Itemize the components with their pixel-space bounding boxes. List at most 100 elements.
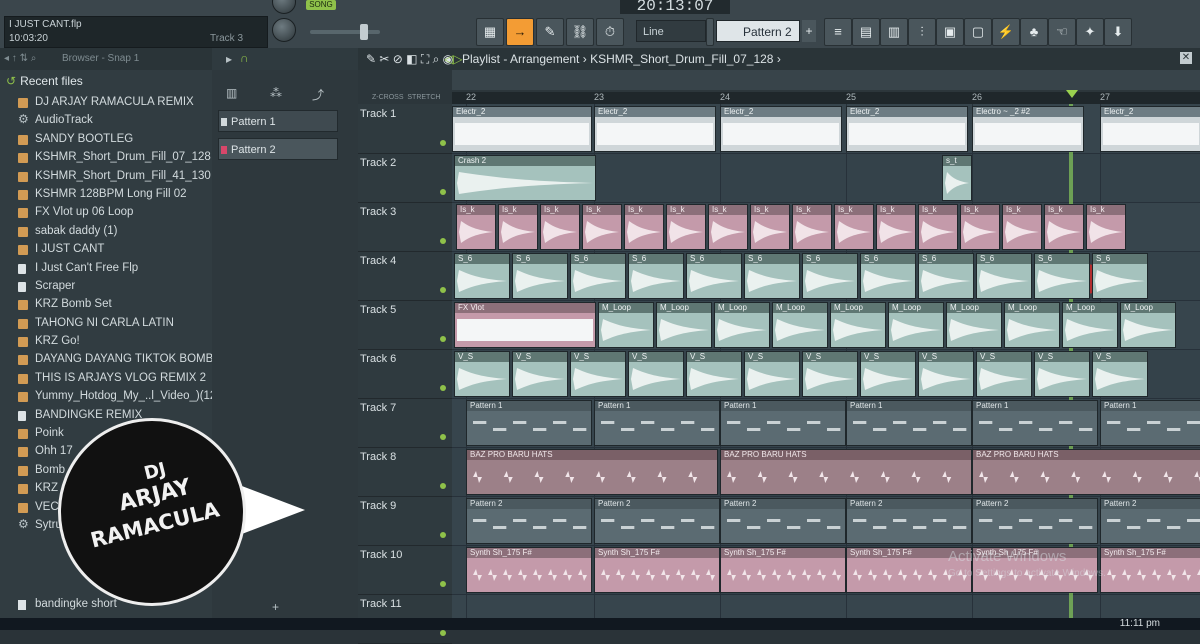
help-icon[interactable]: ✦ — [1076, 18, 1104, 46]
playlist-clip[interactable]: Pattern 2 — [1100, 498, 1200, 544]
playlist-clip[interactable]: Pattern 2 — [466, 498, 592, 544]
playlist-clip[interactable]: Is_k — [1086, 204, 1126, 250]
playlist-clip[interactable]: Is_k — [540, 204, 580, 250]
browser-item[interactable]: DAYANG DAYANG TIKTOK BOMB — [0, 351, 212, 369]
timeline-ruler[interactable]: 22 23 24 25 26 27 — [452, 92, 1200, 104]
picker-pattern-1[interactable]: Pattern 1 — [218, 110, 338, 132]
playlist-clip[interactable]: Pattern 2 — [720, 498, 846, 544]
track-header[interactable]: Track 5 — [358, 300, 452, 350]
playlist-clip[interactable]: V_S — [686, 351, 742, 397]
playlist-clip[interactable]: V_S — [570, 351, 626, 397]
browser-item[interactable]: Yummy_Hotdog_My_..l_Video_)(128k) — [0, 388, 212, 406]
browser-item[interactable]: KSHMR_Short_Drum_Fill_07_128 — [0, 149, 212, 167]
playlist-clip[interactable]: Electr_2 — [452, 106, 592, 152]
picker-pattern-2[interactable]: Pattern 2 — [218, 138, 338, 160]
channel-rack-icon[interactable]: ▥ — [880, 18, 908, 46]
playlist-clip[interactable]: Is_k — [666, 204, 706, 250]
playlist-clip[interactable]: M_Loop — [946, 302, 1002, 348]
track-lane[interactable] — [452, 594, 1200, 618]
playlist-clip[interactable]: V_S — [976, 351, 1032, 397]
playlist-clip[interactable]: S_6 — [860, 253, 916, 299]
playlist-clip[interactable]: M_Loop — [656, 302, 712, 348]
playlist-clip[interactable]: Is_k — [708, 204, 748, 250]
playlist-clip[interactable]: S_6 — [976, 253, 1032, 299]
playlist-clip[interactable]: S_6 — [744, 253, 800, 299]
track-header[interactable]: Track 8 — [358, 447, 452, 497]
playlist-clip[interactable]: Electr_2 — [594, 106, 716, 152]
playlist-clip[interactable]: s_t — [942, 155, 972, 201]
playlist-clip[interactable]: Is_k — [792, 204, 832, 250]
playlist-clip[interactable]: Is_k — [750, 204, 790, 250]
track-enable-led[interactable] — [440, 336, 446, 342]
track-header[interactable]: Track 1 — [358, 104, 452, 154]
curve-icon[interactable]: ⤴ — [312, 86, 324, 103]
playlist-clip[interactable]: M_Loop — [1120, 302, 1176, 348]
playlist-clip[interactable]: Is_k — [834, 204, 874, 250]
browser-item[interactable]: I Just Can't Free Flp — [0, 260, 212, 278]
project-icon[interactable]: ▢ — [964, 18, 992, 46]
track-enable-led[interactable] — [440, 532, 446, 538]
playlist-clip[interactable]: BAZ PRO BARU HATS — [466, 449, 718, 495]
recent-files-heading[interactable]: ↺ Recent files — [6, 74, 83, 88]
track-enable-led[interactable] — [440, 630, 446, 636]
download-icon[interactable]: ⬇ — [1104, 18, 1132, 46]
playlist-clip[interactable]: V_S — [1092, 351, 1148, 397]
slider-thumb[interactable] — [360, 24, 368, 40]
playlist-clip[interactable]: V_S — [454, 351, 510, 397]
playlist-clip[interactable]: M_Loop — [714, 302, 770, 348]
playlist-clip[interactable]: FX Vlot — [454, 302, 596, 348]
track-enable-led[interactable] — [440, 189, 446, 195]
add-button[interactable]: + — [272, 600, 279, 614]
playlist-clip[interactable]: Pattern 2 — [972, 498, 1098, 544]
playlist-clip[interactable]: Synth Sh_175 F# — [720, 547, 846, 593]
playlist-clip[interactable]: S_6 — [918, 253, 974, 299]
browser-item[interactable]: Scraper — [0, 278, 212, 296]
close-icon[interactable]: ✕ — [1180, 52, 1192, 64]
playlist-clip[interactable]: V_S — [802, 351, 858, 397]
track-enable-led[interactable] — [440, 238, 446, 244]
playlist-clip[interactable]: M_Loop — [888, 302, 944, 348]
touch-icon[interactable]: ☜ — [1048, 18, 1076, 46]
playlist-clip[interactable]: M_Loop — [1062, 302, 1118, 348]
playlist-clip[interactable]: M_Loop — [1004, 302, 1060, 348]
playlist-clip[interactable]: V_S — [744, 351, 800, 397]
playlist-clip[interactable]: Pattern 1 — [972, 400, 1098, 446]
browser-item[interactable]: KRZ Bomb Set — [0, 296, 212, 314]
playlist-clip[interactable]: S_6 — [570, 253, 626, 299]
playlist-clip[interactable]: Is_k — [624, 204, 664, 250]
track-enable-led[interactable] — [440, 385, 446, 391]
playlist-clip[interactable]: Is_k — [918, 204, 958, 250]
snap-selector[interactable]: Line — [636, 20, 706, 42]
playlist-clip[interactable]: Electro ~ _2 #2 — [972, 106, 1084, 152]
track-header[interactable]: Track 7 — [358, 398, 452, 448]
playlist-clip[interactable]: Is_k — [876, 204, 916, 250]
playlist-clip[interactable]: M_Loop — [830, 302, 886, 348]
playlist-clip[interactable]: Electr_2 — [1100, 106, 1200, 152]
playlist-clip[interactable]: Synth Sh_175 F# — [594, 547, 720, 593]
track-enable-led[interactable] — [440, 581, 446, 587]
song-mode-button[interactable]: SONG — [306, 0, 336, 10]
browser-item[interactable]: sabak daddy (1) — [0, 223, 212, 241]
playlist-clip[interactable]: Pattern 1 — [720, 400, 846, 446]
pencil-tool-icon[interactable]: ✎ ✂ ⊘ ◧ ⛶ ⌕ ◉ — [366, 48, 453, 70]
browser-item[interactable]: FX Vlot up 06 Loop — [0, 204, 212, 222]
playlist-clip[interactable]: Pattern 1 — [466, 400, 592, 446]
playlist-clip[interactable]: Synth Sh_175 F# — [466, 547, 592, 593]
playlist-clip[interactable]: V_S — [860, 351, 916, 397]
browser-menu-icon[interactable]: ◂ ↑ ⇅ ⌕ — [4, 48, 36, 70]
browser-item[interactable]: TAHONG NI CARLA LATIN — [0, 315, 212, 333]
track-header[interactable]: Track 4 — [358, 251, 452, 301]
track-header[interactable]: Track 9 — [358, 496, 452, 546]
playlist-clip[interactable]: Is_k — [960, 204, 1000, 250]
arrow-icon[interactable]: ▸ — [226, 52, 232, 66]
link-icon[interactable]: ⛓ — [566, 18, 594, 46]
track-header[interactable]: Track 2 — [358, 153, 452, 203]
playlist-clip[interactable]: Is_k — [498, 204, 538, 250]
browser-item[interactable]: THIS IS ARJAYS VLOG REMIX 2 — [0, 370, 212, 388]
track-enable-led[interactable] — [440, 483, 446, 489]
playlist-clip[interactable]: M_Loop — [772, 302, 828, 348]
playlist-clip[interactable]: Pattern 2 — [594, 498, 720, 544]
metronome-icon[interactable]: ⏱ — [596, 18, 624, 46]
browser-item[interactable]: I JUST CANT — [0, 241, 212, 259]
track-header[interactable]: Track 10 — [358, 545, 452, 595]
